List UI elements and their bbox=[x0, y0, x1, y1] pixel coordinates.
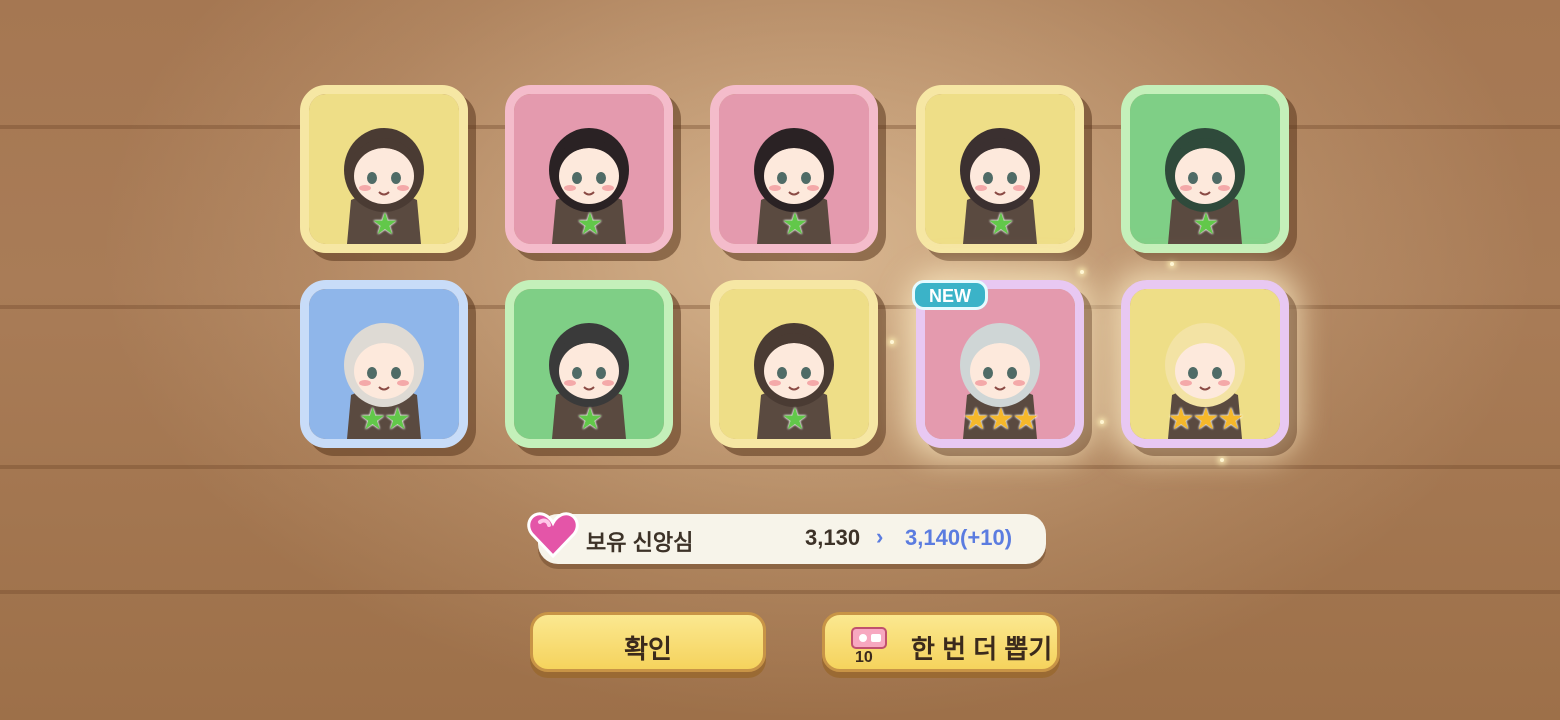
confirm-button-label: 확인 bbox=[624, 634, 672, 664]
ticket-icon bbox=[851, 627, 887, 649]
rarity-stars: ★ bbox=[925, 210, 1075, 240]
star-icon: ★ bbox=[359, 403, 386, 436]
rarity-stars: ★★ bbox=[309, 405, 459, 435]
rarity-stars: ★★★ bbox=[1130, 405, 1280, 435]
star-icon: ★ bbox=[371, 208, 399, 241]
new-badge: NEW bbox=[912, 280, 988, 310]
star-icon: ★ bbox=[962, 403, 990, 436]
character-card[interactable]: ★ bbox=[710, 280, 878, 448]
draw-again-label: 한 번 더 뽑기 bbox=[911, 634, 1053, 664]
star-icon: ★ bbox=[1192, 403, 1220, 436]
character-card[interactable]: ★ bbox=[505, 85, 673, 253]
star-icon: ★ bbox=[1217, 403, 1244, 436]
rarity-stars: ★ bbox=[719, 210, 869, 240]
star-icon: ★ bbox=[1167, 403, 1195, 436]
star-icon: ★ bbox=[781, 208, 809, 241]
star-icon: ★ bbox=[987, 403, 1015, 436]
rarity-stars: ★ bbox=[1130, 210, 1280, 240]
plank-line bbox=[0, 465, 1560, 469]
star-icon: ★ bbox=[576, 208, 604, 241]
faith-current-value: 3,130 bbox=[805, 525, 861, 550]
ticket-count: 10 bbox=[855, 649, 873, 666]
character-card[interactable]: ★★ bbox=[300, 280, 468, 448]
faith-new-value: 3,140(+10) bbox=[905, 525, 1013, 550]
star-icon: ★ bbox=[576, 403, 604, 436]
star-icon: ★ bbox=[384, 403, 411, 436]
arrow-right-icon: › bbox=[876, 524, 884, 549]
heart-gem-icon bbox=[527, 512, 579, 559]
character-card[interactable]: ★★★ bbox=[1121, 280, 1289, 448]
character-card[interactable]: ★ bbox=[300, 85, 468, 253]
star-icon: ★ bbox=[1012, 403, 1039, 436]
faith-label: 보유 신앙심 bbox=[586, 530, 694, 555]
rarity-stars: ★ bbox=[514, 405, 664, 435]
star-icon: ★ bbox=[781, 403, 809, 436]
rarity-stars: ★ bbox=[719, 405, 869, 435]
character-card[interactable]: ★ bbox=[916, 85, 1084, 253]
rarity-stars: ★ bbox=[514, 210, 664, 240]
rarity-stars: ★★★ bbox=[925, 405, 1075, 435]
draw-again-button[interactable]: 10 한 번 더 뽑기 bbox=[822, 612, 1060, 672]
rarity-stars: ★ bbox=[309, 210, 459, 240]
sparkle bbox=[1220, 458, 1224, 462]
character-card[interactable]: ★ bbox=[505, 280, 673, 448]
character-card[interactable]: ★ bbox=[1121, 85, 1289, 253]
star-icon: ★ bbox=[1192, 208, 1220, 241]
plank-line bbox=[0, 590, 1560, 594]
confirm-button[interactable]: 확인 bbox=[530, 612, 766, 672]
character-card[interactable]: ★ bbox=[710, 85, 878, 253]
star-icon: ★ bbox=[987, 208, 1015, 241]
result-card-grid: ★ ★ ★ ★ ★ ★★ ★ ★ ★★★ ★★★ bbox=[300, 85, 1300, 455]
